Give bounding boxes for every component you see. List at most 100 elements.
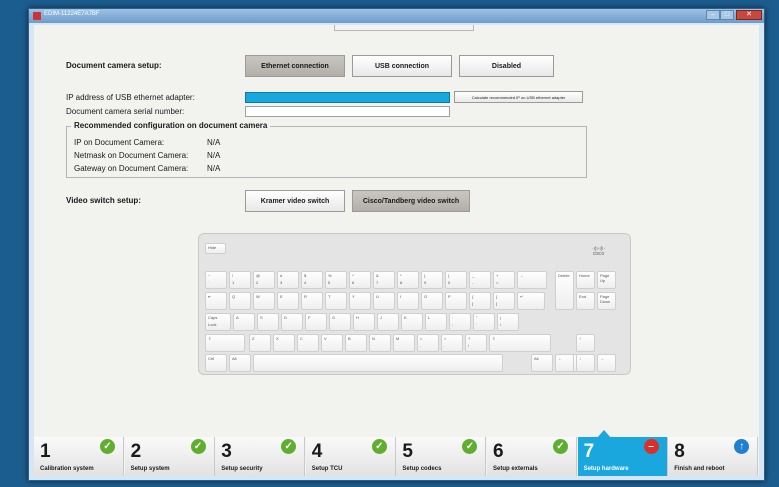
disabled-button[interactable]: Disabled: [459, 55, 554, 77]
key-label: O: [424, 294, 428, 299]
step-number: 6: [493, 441, 504, 462]
key[interactable]: V: [321, 334, 343, 352]
key[interactable]: | \: [497, 313, 519, 331]
wizard-step-3[interactable]: 3 Setup security ✓: [215, 437, 306, 476]
key[interactable]: ^ 6: [349, 271, 371, 289]
wizard-step-1[interactable]: 1 Calibration system ✓: [34, 437, 124, 476]
key[interactable]: ? /: [465, 334, 487, 352]
wizard-step-8[interactable]: 8 Finish and reboot ↑: [668, 437, 759, 476]
close-button[interactable]: ✕: [736, 10, 762, 20]
key[interactable]: ! 1: [229, 271, 251, 289]
cisco-logo: ·ı|ı·ı|ı· cisco: [592, 247, 605, 257]
key[interactable]: U: [373, 292, 395, 310]
nav-key[interactable]: Page Up: [597, 271, 616, 289]
wizard-step-6[interactable]: 6 Setup externals ✓: [487, 437, 577, 476]
serial-number-input[interactable]: [245, 106, 450, 117]
key[interactable]: Alt: [229, 354, 251, 372]
arrow-key[interactable]: ←: [555, 354, 574, 372]
key-label: H: [356, 315, 359, 320]
key[interactable]: ⇤: [205, 292, 227, 310]
wizard-step-7[interactable]: 7 Setup hardware –: [577, 437, 668, 476]
nav-key[interactable]: Delete: [555, 271, 574, 310]
arrow-key[interactable]: ↓: [576, 354, 595, 372]
hide-key[interactable]: Hide: [205, 243, 226, 254]
key[interactable]: ⇧: [489, 334, 551, 352]
key[interactable]: _ -: [469, 271, 491, 289]
key[interactable]: ←: [517, 271, 547, 289]
key[interactable]: B: [345, 334, 367, 352]
ip-address-label: IP address of USB ethernet adapter:: [66, 93, 195, 102]
arrow-key[interactable]: ↑: [576, 334, 595, 352]
key[interactable]: ~ `: [205, 271, 227, 289]
key[interactable]: }]: [493, 292, 515, 310]
key[interactable]: Y: [349, 292, 371, 310]
key[interactable]: Caps Lock: [205, 313, 231, 331]
wizard-step-5[interactable]: 5 Setup codecs ✓: [396, 437, 487, 476]
key[interactable]: Alt: [531, 354, 553, 372]
key[interactable]: % 5: [325, 271, 347, 289]
key[interactable]: W: [253, 292, 275, 310]
key-label: <: [420, 336, 423, 341]
key[interactable]: H: [353, 313, 375, 331]
ip-address-input[interactable]: [245, 92, 450, 103]
ethernet-connection-button[interactable]: Ethernet connection: [245, 55, 345, 77]
step-name: Setup system: [130, 466, 170, 472]
key[interactable]: & 7: [373, 271, 395, 289]
wizard-step-2[interactable]: 2 Setup system ✓: [124, 437, 215, 476]
key-label: N: [372, 336, 375, 341]
key[interactable]: * 8: [397, 271, 419, 289]
key[interactable]: @2: [253, 271, 275, 289]
serial-number-label: Document camera serial number:: [66, 107, 185, 116]
key[interactable]: ) 0: [445, 271, 467, 289]
key[interactable]: A: [233, 313, 255, 331]
key[interactable]: ↵: [517, 292, 545, 310]
key[interactable]: M: [393, 334, 415, 352]
key[interactable]: K: [401, 313, 423, 331]
key[interactable]: + =: [493, 271, 515, 289]
key[interactable]: G: [329, 313, 351, 331]
space-key[interactable]: [253, 354, 503, 372]
key[interactable]: <,: [417, 334, 439, 352]
key-sublabel: 1: [232, 280, 235, 285]
key[interactable]: $4: [301, 271, 323, 289]
key[interactable]: S: [257, 313, 279, 331]
key[interactable]: N: [369, 334, 391, 352]
key[interactable]: O: [421, 292, 443, 310]
key[interactable]: E: [277, 292, 299, 310]
key[interactable]: P: [445, 292, 467, 310]
kramer-switch-button[interactable]: Kramer video switch: [245, 190, 345, 212]
key[interactable]: (9: [421, 271, 443, 289]
key[interactable]: Q: [229, 292, 251, 310]
key-sublabel: ,: [420, 343, 422, 348]
key[interactable]: D: [281, 313, 303, 331]
key[interactable]: >.: [441, 334, 463, 352]
key[interactable]: T: [325, 292, 347, 310]
key-sublabel: [: [472, 301, 474, 306]
key[interactable]: F: [305, 313, 327, 331]
step-name: Setup security: [221, 466, 263, 472]
calculate-ip-button[interactable]: Calculate recommended IP on USB ethernet…: [454, 91, 583, 103]
key[interactable]: J: [377, 313, 399, 331]
cisco-tandberg-switch-button[interactable]: Cisco/Tandberg video switch: [352, 190, 470, 212]
key[interactable]: {[: [469, 292, 491, 310]
key[interactable]: Z: [249, 334, 271, 352]
key[interactable]: I: [397, 292, 419, 310]
nav-key[interactable]: Page Down: [597, 292, 616, 310]
minimize-button[interactable]: –: [706, 10, 720, 20]
key[interactable]: X: [273, 334, 295, 352]
key[interactable]: :;: [449, 313, 471, 331]
wizard-step-4[interactable]: 4 Setup TCU ✓: [305, 437, 396, 476]
key[interactable]: #3: [277, 271, 299, 289]
key[interactable]: L: [425, 313, 447, 331]
key[interactable]: ⇧: [205, 334, 245, 352]
key[interactable]: Ctrl: [205, 354, 227, 372]
nav-key[interactable]: Home: [576, 271, 595, 289]
maximize-button[interactable]: □: [720, 10, 734, 20]
key[interactable]: " ': [473, 313, 495, 331]
arrow-key[interactable]: →: [597, 354, 616, 372]
key[interactable]: C: [297, 334, 319, 352]
arrow-icon: ←: [558, 356, 562, 361]
key[interactable]: R: [301, 292, 323, 310]
nav-key[interactable]: End: [576, 292, 595, 310]
usb-connection-button[interactable]: USB connection: [352, 55, 452, 77]
